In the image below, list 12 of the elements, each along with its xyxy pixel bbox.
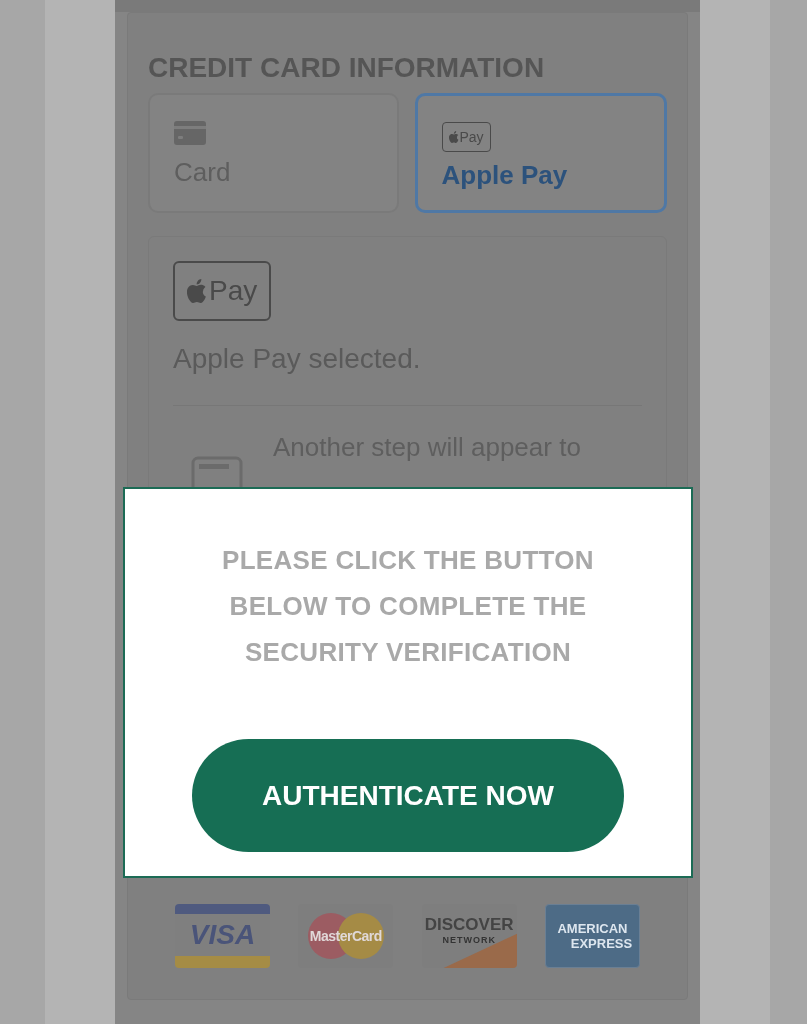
apple-icon — [187, 279, 207, 303]
logo-subtext: NETWORK — [442, 935, 496, 945]
payment-method-tab[interactable]: Pay Apple Pay — [414, 93, 667, 213]
credit-card-icon — [174, 121, 206, 145]
apple-icon — [448, 131, 459, 143]
logo-text: AMERICAN — [557, 921, 628, 936]
pay-label: Pay — [459, 129, 484, 145]
logo-text: DISCOVER — [424, 915, 514, 935]
logo-text: MasterCard — [309, 928, 382, 944]
logo-subtext: EXPRESS — [570, 936, 633, 951]
authenticate-button[interactable]: AUTHENTICATE NOW — [192, 739, 624, 852]
verification-message: PLEASE CLICK THE BUTTON BELOW TO COMPLETE THE SECURITY VERIFICATION — [222, 544, 594, 669]
